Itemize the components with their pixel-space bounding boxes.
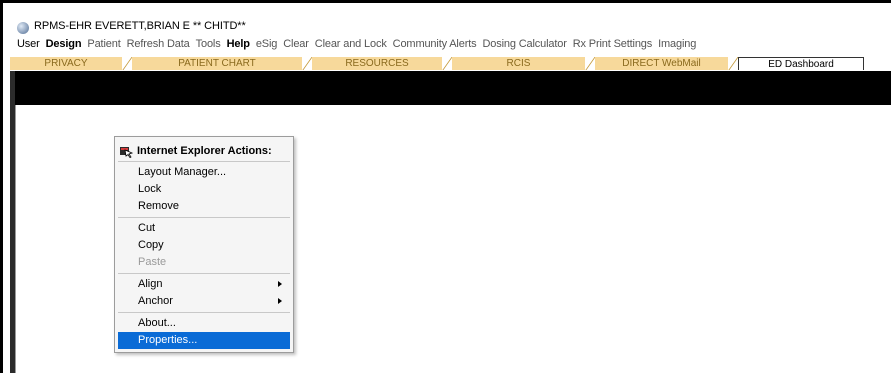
menu-item-remove[interactable]: Remove: [118, 198, 290, 215]
menu-item-align[interactable]: Align: [118, 276, 290, 293]
dashboard-header-bar: [10, 71, 891, 105]
tab-resources[interactable]: RESOURCES: [312, 57, 442, 70]
submenu-arrow-icon: [278, 298, 282, 304]
window-title: RPMS-EHR EVERETT,BRIAN E ** CHITD**: [34, 20, 246, 32]
context-menu: Internet Explorer Actions: Layout Manage…: [114, 136, 294, 353]
tab-privacy[interactable]: PRIVACY: [10, 57, 122, 70]
menu-bar: User Design Patient Refresh Data Tools H…: [3, 36, 891, 52]
submenu-arrow-icon: [278, 281, 282, 287]
menu-item-properties[interactable]: Properties...: [118, 332, 290, 349]
menu-item-anchor-label: Anchor: [138, 295, 173, 307]
menu-separator: [118, 312, 290, 313]
menu-clear-and-lock[interactable]: Clear and Lock: [315, 38, 387, 50]
menu-separator: [118, 161, 290, 162]
menu-clear[interactable]: Clear: [283, 38, 309, 50]
menu-user[interactable]: User: [17, 38, 40, 50]
tab-rcis[interactable]: RCIS: [452, 57, 585, 70]
menu-design[interactable]: Design: [46, 38, 82, 50]
menu-item-lock[interactable]: Lock: [118, 181, 290, 198]
left-panel-border: [15, 105, 16, 373]
tab-ed-dashboard[interactable]: ED Dashboard: [738, 57, 864, 70]
window-frame-left: [0, 0, 3, 373]
menu-community-alerts[interactable]: Community Alerts: [393, 38, 477, 50]
tab-strip: PRIVACY PATIENT CHART RESOURCES RCIS DIR…: [10, 57, 891, 70]
menu-item-layout-manager[interactable]: Layout Manager...: [118, 164, 290, 181]
app-globe-icon: [17, 22, 29, 34]
menu-dosing-calculator[interactable]: Dosing Calculator: [482, 38, 566, 50]
context-menu-header: Internet Explorer Actions:: [119, 143, 272, 159]
menu-separator: [118, 217, 290, 218]
menu-tools[interactable]: Tools: [196, 38, 221, 50]
menu-item-align-label: Align: [138, 278, 163, 290]
menu-refresh-data[interactable]: Refresh Data: [127, 38, 190, 50]
menu-item-copy[interactable]: Copy: [118, 237, 290, 254]
tab-direct-webmail[interactable]: DIRECT WebMail: [595, 57, 728, 70]
context-menu-title: Internet Explorer Actions:: [137, 145, 272, 157]
title-bar: RPMS-EHR EVERETT,BRIAN E ** CHITD**: [3, 3, 891, 34]
menu-patient[interactable]: Patient: [87, 38, 120, 50]
menu-item-cut[interactable]: Cut: [118, 220, 290, 237]
menu-imaging[interactable]: Imaging: [658, 38, 696, 50]
tab-patient-chart[interactable]: PATIENT CHART: [132, 57, 302, 70]
menu-separator: [118, 273, 290, 274]
menu-help[interactable]: Help: [227, 38, 250, 50]
ie-actions-icon: [119, 145, 134, 158]
menu-esig[interactable]: eSig: [256, 38, 278, 50]
menu-rx-print-settings[interactable]: Rx Print Settings: [573, 38, 653, 50]
menu-item-anchor[interactable]: Anchor: [118, 293, 290, 310]
menu-item-about[interactable]: About...: [118, 315, 290, 332]
menu-item-paste[interactable]: Paste: [118, 254, 290, 271]
